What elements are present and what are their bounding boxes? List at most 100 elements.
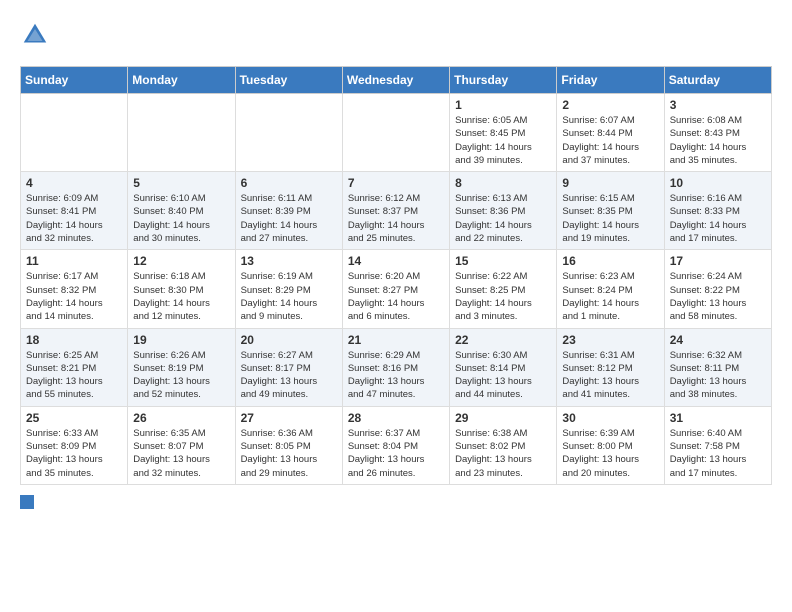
calendar-cell: 2 Sunrise: 6:07 AM Sunset: 8:44 PM Daylig… xyxy=(557,94,664,172)
day-info: Sunrise: 6:33 AM Sunset: 8:09 PM Dayligh… xyxy=(26,427,122,480)
calendar-cell: 6Sunrise: 6:11 AM Sunset: 8:39 PM Daylig… xyxy=(235,172,342,250)
day-number: 11 xyxy=(26,254,122,268)
day-number: 21 xyxy=(348,333,444,347)
calendar-cell: 13Sunrise: 6:19 AM Sunset: 8:29 PM Dayli… xyxy=(235,250,342,328)
calendar-cell: 4 Sunrise: 6:09 AM Sunset: 8:41 PM Daylig… xyxy=(21,172,128,250)
day-number: 17 xyxy=(670,254,766,268)
day-info: Sunrise: 6:37 AM Sunset: 8:04 PM Dayligh… xyxy=(348,427,444,480)
day-number: 18 xyxy=(26,333,122,347)
calendar-cell: 20 Sunrise: 6:27 AM Sunset: 8:17 PM Dayli… xyxy=(235,328,342,406)
calendar-cell: 16 Sunrise: 6:23 AM Sunset: 8:24 PM Dayli… xyxy=(557,250,664,328)
day-info: Sunrise: 6:22 AM Sunset: 8:25 PM Dayligh… xyxy=(455,270,551,323)
day-number: 5 xyxy=(133,176,229,190)
calendar-cell: 14 Sunrise: 6:20 AM Sunset: 8:27 PM Dayli… xyxy=(342,250,449,328)
day-info: Sunrise: 6:16 AM Sunset: 8:33 PM Dayligh… xyxy=(670,192,766,245)
day-number: 26 xyxy=(133,411,229,425)
day-number: 16 xyxy=(562,254,658,268)
calendar-day-header: Saturday xyxy=(664,67,771,94)
day-number: 24 xyxy=(670,333,766,347)
calendar-cell: 11 Sunrise: 6:17 AM Sunset: 8:32 PM Dayli… xyxy=(21,250,128,328)
day-number: 25 xyxy=(26,411,122,425)
day-info: Sunrise: 6:19 AM Sunset: 8:29 PM Dayligh… xyxy=(241,270,337,323)
calendar-cell xyxy=(342,94,449,172)
day-number: 14 xyxy=(348,254,444,268)
day-info: Sunrise: 6:20 AM Sunset: 8:27 PM Dayligh… xyxy=(348,270,444,323)
calendar-cell: 15 Sunrise: 6:22 AM Sunset: 8:25 PM Dayli… xyxy=(450,250,557,328)
calendar-cell: 10 Sunrise: 6:16 AM Sunset: 8:33 PM Dayli… xyxy=(664,172,771,250)
day-info: Sunrise: 6:10 AM Sunset: 8:40 PM Dayligh… xyxy=(133,192,229,245)
day-info: Sunrise: 6:30 AM Sunset: 8:14 PM Dayligh… xyxy=(455,349,551,402)
day-info: Sunrise: 6:08 AM Sunset: 8:43 PM Dayligh… xyxy=(670,114,766,167)
calendar-cell: 23 Sunrise: 6:31 AM Sunset: 8:12 PM Dayli… xyxy=(557,328,664,406)
day-info: Sunrise: 6:36 AM Sunset: 8:05 PM Dayligh… xyxy=(241,427,337,480)
day-number: 8 xyxy=(455,176,551,190)
day-info: Sunrise: 6:05 AM Sunset: 8:45 PM Dayligh… xyxy=(455,114,551,167)
day-number: 3 xyxy=(670,98,766,112)
calendar-cell: 26Sunrise: 6:35 AM Sunset: 8:07 PM Dayli… xyxy=(128,406,235,484)
calendar-day-header: Monday xyxy=(128,67,235,94)
day-info: Sunrise: 6:17 AM Sunset: 8:32 PM Dayligh… xyxy=(26,270,122,323)
day-number: 15 xyxy=(455,254,551,268)
calendar-cell: 28 Sunrise: 6:37 AM Sunset: 8:04 PM Dayli… xyxy=(342,406,449,484)
calendar-week-row: 18Sunrise: 6:25 AM Sunset: 8:21 PM Dayli… xyxy=(21,328,772,406)
day-number: 23 xyxy=(562,333,658,347)
day-number: 1 xyxy=(455,98,551,112)
day-info: Sunrise: 6:32 AM Sunset: 8:11 PM Dayligh… xyxy=(670,349,766,402)
day-info: Sunrise: 6:12 AM Sunset: 8:37 PM Dayligh… xyxy=(348,192,444,245)
day-number: 27 xyxy=(241,411,337,425)
calendar-body: 1 Sunrise: 6:05 AM Sunset: 8:45 PM Daylig… xyxy=(21,94,772,485)
calendar-cell: 3 Sunrise: 6:08 AM Sunset: 8:43 PM Daylig… xyxy=(664,94,771,172)
day-info: Sunrise: 6:11 AM Sunset: 8:39 PM Dayligh… xyxy=(241,192,337,245)
day-info: Sunrise: 6:15 AM Sunset: 8:35 PM Dayligh… xyxy=(562,192,658,245)
logo-icon xyxy=(20,20,50,50)
day-info: Sunrise: 6:13 AM Sunset: 8:36 PM Dayligh… xyxy=(455,192,551,245)
calendar-week-row: 1 Sunrise: 6:05 AM Sunset: 8:45 PM Daylig… xyxy=(21,94,772,172)
day-info: Sunrise: 6:09 AM Sunset: 8:41 PM Dayligh… xyxy=(26,192,122,245)
calendar-day-header: Sunday xyxy=(21,67,128,94)
calendar-day-header: Thursday xyxy=(450,67,557,94)
calendar-cell: 1 Sunrise: 6:05 AM Sunset: 8:45 PM Daylig… xyxy=(450,94,557,172)
footer xyxy=(20,495,772,509)
calendar-cell: 7 Sunrise: 6:12 AM Sunset: 8:37 PM Daylig… xyxy=(342,172,449,250)
calendar-day-header: Wednesday xyxy=(342,67,449,94)
day-number: 30 xyxy=(562,411,658,425)
day-number: 7 xyxy=(348,176,444,190)
calendar-cell: 18Sunrise: 6:25 AM Sunset: 8:21 PM Dayli… xyxy=(21,328,128,406)
day-number: 29 xyxy=(455,411,551,425)
day-number: 22 xyxy=(455,333,551,347)
day-info: Sunrise: 6:31 AM Sunset: 8:12 PM Dayligh… xyxy=(562,349,658,402)
calendar-cell: 25 Sunrise: 6:33 AM Sunset: 8:09 PM Dayli… xyxy=(21,406,128,484)
day-number: 4 xyxy=(26,176,122,190)
day-info: Sunrise: 6:29 AM Sunset: 8:16 PM Dayligh… xyxy=(348,349,444,402)
calendar-week-row: 11 Sunrise: 6:17 AM Sunset: 8:32 PM Dayli… xyxy=(21,250,772,328)
day-info: Sunrise: 6:27 AM Sunset: 8:17 PM Dayligh… xyxy=(241,349,337,402)
day-info: Sunrise: 6:18 AM Sunset: 8:30 PM Dayligh… xyxy=(133,270,229,323)
day-info: Sunrise: 6:07 AM Sunset: 8:44 PM Dayligh… xyxy=(562,114,658,167)
day-number: 10 xyxy=(670,176,766,190)
calendar-header: SundayMondayTuesdayWednesdayThursdayFrid… xyxy=(21,67,772,94)
calendar-cell xyxy=(128,94,235,172)
calendar-cell: 22 Sunrise: 6:30 AM Sunset: 8:14 PM Dayli… xyxy=(450,328,557,406)
day-info: Sunrise: 6:26 AM Sunset: 8:19 PM Dayligh… xyxy=(133,349,229,402)
calendar-cell xyxy=(21,94,128,172)
day-info: Sunrise: 6:39 AM Sunset: 8:00 PM Dayligh… xyxy=(562,427,658,480)
day-info: Sunrise: 6:38 AM Sunset: 8:02 PM Dayligh… xyxy=(455,427,551,480)
calendar-table: SundayMondayTuesdayWednesdayThursdayFrid… xyxy=(20,66,772,485)
logo xyxy=(20,20,54,50)
day-info: Sunrise: 6:40 AM Sunset: 7:58 PM Dayligh… xyxy=(670,427,766,480)
calendar-cell xyxy=(235,94,342,172)
calendar-week-row: 4 Sunrise: 6:09 AM Sunset: 8:41 PM Daylig… xyxy=(21,172,772,250)
day-info: Sunrise: 6:24 AM Sunset: 8:22 PM Dayligh… xyxy=(670,270,766,323)
day-number: 20 xyxy=(241,333,337,347)
calendar-cell: 12Sunrise: 6:18 AM Sunset: 8:30 PM Dayli… xyxy=(128,250,235,328)
day-number: 28 xyxy=(348,411,444,425)
calendar-week-row: 25 Sunrise: 6:33 AM Sunset: 8:09 PM Dayli… xyxy=(21,406,772,484)
page-header xyxy=(20,20,772,50)
calendar-cell: 21 Sunrise: 6:29 AM Sunset: 8:16 PM Dayli… xyxy=(342,328,449,406)
calendar-cell: 29 Sunrise: 6:38 AM Sunset: 8:02 PM Dayli… xyxy=(450,406,557,484)
calendar-cell: 19Sunrise: 6:26 AM Sunset: 8:19 PM Dayli… xyxy=(128,328,235,406)
day-number: 2 xyxy=(562,98,658,112)
calendar-cell: 24 Sunrise: 6:32 AM Sunset: 8:11 PM Dayli… xyxy=(664,328,771,406)
day-info: Sunrise: 6:23 AM Sunset: 8:24 PM Dayligh… xyxy=(562,270,658,323)
calendar-day-header: Tuesday xyxy=(235,67,342,94)
